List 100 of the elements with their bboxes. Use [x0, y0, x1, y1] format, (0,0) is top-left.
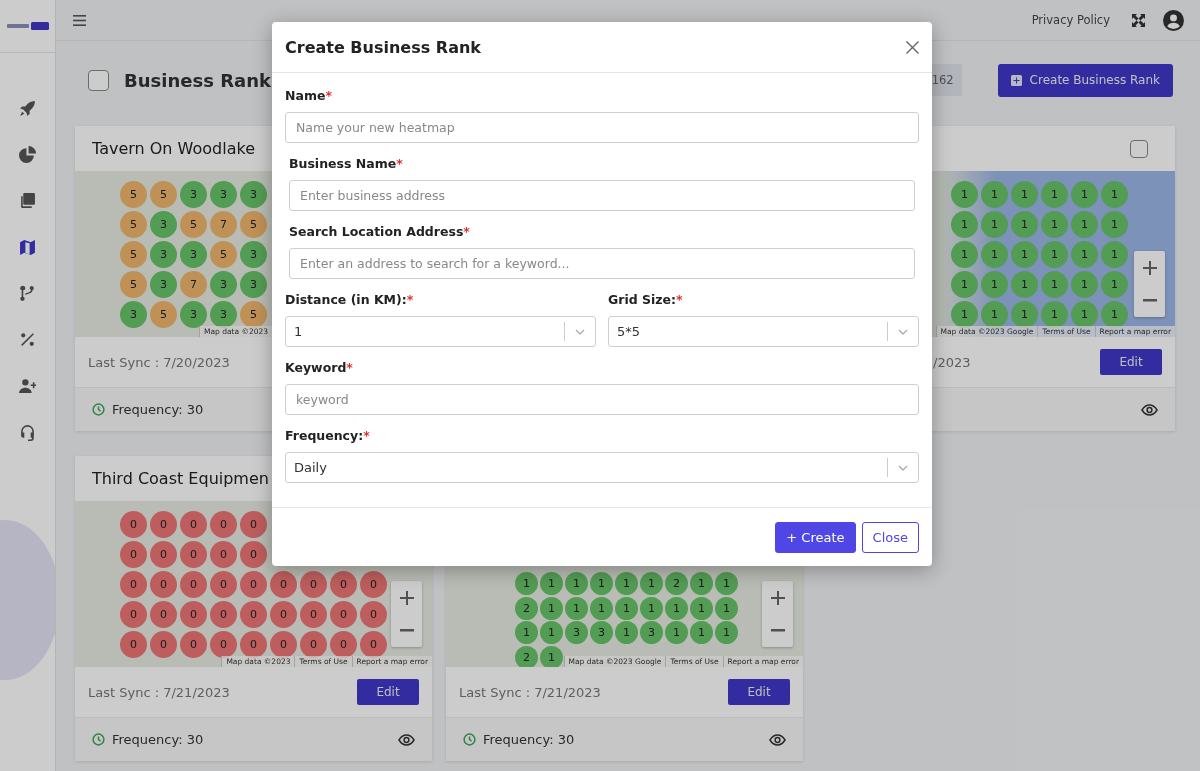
minus-icon [399, 629, 414, 632]
field-label: Grid Size:* [608, 291, 683, 307]
rank-marker: 0 [120, 571, 147, 598]
view-button[interactable] [769, 733, 786, 746]
user-avatar-icon [1163, 9, 1184, 31]
rank-marker: 2 [515, 596, 538, 620]
create-button[interactable]: + Create [775, 521, 856, 553]
rank-marker: 3 [150, 211, 177, 238]
select-field[interactable]: 5*5 [608, 316, 919, 347]
rank-marker: 0 [330, 571, 357, 598]
chevron-down-icon [898, 464, 908, 471]
card-checkbox[interactable] [1130, 139, 1148, 158]
rank-marker: 0 [210, 601, 237, 628]
rank-marker: 1 [590, 596, 613, 620]
rank-marker: 1 [951, 301, 978, 328]
rank-marker: 3 [150, 241, 177, 268]
fullscreen-button[interactable] [1132, 13, 1145, 27]
rank-marker: 1 [1101, 211, 1128, 238]
rank-marker: 1 [515, 621, 538, 644]
field-label: Search Location Address* [289, 223, 470, 239]
close-icon [906, 40, 919, 54]
edit-button[interactable]: Edit [357, 679, 419, 705]
rank-marker: 3 [210, 181, 237, 208]
rank-marker: 3 [150, 271, 177, 298]
select-field[interactable]: Daily [285, 452, 919, 483]
rank-marker: 5 [150, 301, 177, 328]
frequency-text: Frequency: 30 [112, 402, 204, 417]
rank-marker: 0 [180, 631, 207, 658]
field-label: Frequency:* [285, 427, 370, 443]
rank-marker: 7 [180, 271, 207, 298]
input-field[interactable]: Enter an address to search for a keyword... [289, 248, 915, 279]
rank-marker: 1 [1071, 301, 1098, 328]
close-dialog-button[interactable]: Close [861, 521, 919, 553]
rank-marker: 3 [180, 301, 207, 328]
rank-marker: 1 [1041, 241, 1068, 268]
rank-marker: 1 [540, 645, 563, 667]
rank-marker: 5 [210, 241, 237, 268]
rank-marker: 1 [615, 596, 638, 620]
rank-marker: 3 [210, 301, 237, 328]
menu-button[interactable] [73, 14, 86, 26]
rank-marker: 1 [1101, 271, 1128, 298]
rank-marker: 5 [240, 211, 267, 238]
rank-marker: 3 [640, 621, 663, 644]
rank-marker: 0 [360, 631, 387, 658]
rank-marker: 1 [1011, 301, 1038, 328]
input-field[interactable]: keyword [285, 384, 919, 415]
eye-icon [1141, 403, 1158, 416]
rank-marker: 0 [330, 631, 357, 658]
last-sync-text: Last Sync : 7/21/2023 [88, 684, 230, 700]
rank-marker: 1 [1101, 241, 1128, 268]
view-button[interactable] [398, 733, 415, 746]
rank-marker: 0 [300, 631, 327, 658]
rank-marker: 5 [120, 241, 147, 268]
view-button[interactable] [1141, 403, 1158, 416]
close-button[interactable] [906, 40, 919, 54]
rank-marker: 0 [120, 631, 147, 658]
rank-marker: 1 [1101, 301, 1128, 328]
rank-marker: 1 [615, 621, 638, 644]
rank-marker: 1 [1071, 271, 1098, 298]
rank-marker: 0 [300, 601, 327, 628]
rank-marker: 3 [120, 301, 147, 328]
rank-marker: 0 [210, 541, 237, 568]
rank-marker: 0 [180, 571, 207, 598]
rank-marker: 1 [951, 271, 978, 298]
create-business-rank-button[interactable]: Create Business Rank [997, 63, 1173, 97]
select-field[interactable]: 1 [285, 316, 596, 347]
rank-marker: 1 [665, 621, 688, 644]
rank-marker: 0 [240, 541, 267, 568]
chevron-down-icon [575, 328, 585, 335]
rank-marker: 1 [981, 211, 1008, 238]
rank-marker: 1 [1041, 181, 1068, 208]
rank-marker: 1 [1011, 211, 1038, 238]
rank-marker: 0 [210, 571, 237, 598]
minus-icon [1142, 299, 1157, 302]
rank-marker: 3 [590, 621, 613, 644]
tools-icon [19, 331, 36, 349]
edit-button[interactable]: Edit [1100, 349, 1162, 375]
rank-marker: 2 [515, 645, 538, 667]
user-plus-icon [19, 377, 36, 395]
rank-marker: 1 [590, 572, 613, 595]
rank-marker: 1 [1041, 211, 1068, 238]
rank-marker: 0 [180, 541, 207, 568]
edit-button[interactable]: Edit [728, 679, 790, 705]
input-field[interactable]: Name your new heatmap [285, 112, 919, 143]
rank-marker: 1 [1011, 241, 1038, 268]
rank-marker: 1 [1071, 211, 1098, 238]
rank-marker: 0 [240, 631, 267, 658]
rank-marker: 1 [540, 572, 563, 595]
rank-marker: 1 [690, 596, 713, 620]
privacy-policy-link[interactable]: Privacy Policy [1031, 13, 1110, 27]
select-all-checkbox[interactable] [88, 69, 109, 91]
frequency-text: Frequency: 30 [112, 732, 204, 747]
rank-marker: 1 [1071, 241, 1098, 268]
rank-marker: 3 [240, 271, 267, 298]
rank-marker: 1 [1041, 301, 1068, 328]
input-field[interactable]: Enter business address [289, 180, 915, 211]
rank-marker: 1 [690, 572, 713, 595]
minus-icon [770, 629, 785, 632]
user-avatar-button[interactable] [1163, 9, 1184, 31]
rank-marker: 5 [120, 211, 147, 238]
